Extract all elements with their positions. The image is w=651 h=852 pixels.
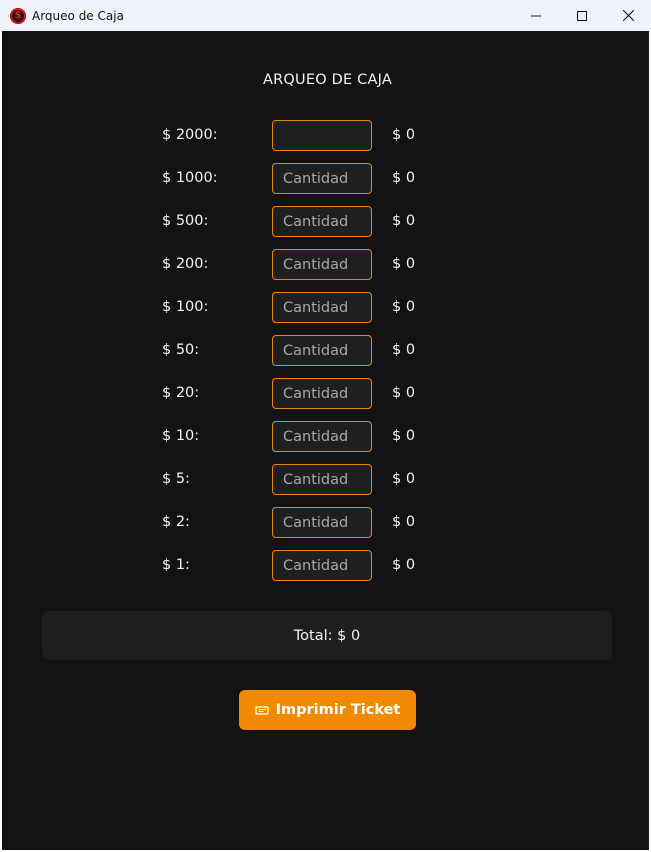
denomination-label: $ 20: — [162, 385, 200, 401]
quantity-input-50[interactable] — [272, 335, 372, 366]
minimize-icon — [531, 15, 541, 16]
denomination-row-500: $ 500: $ 0 — [2, 206, 649, 237]
subtotal-value: $ 0 — [392, 514, 416, 530]
close-button[interactable] — [605, 0, 651, 31]
quantity-input-5[interactable] — [272, 464, 372, 495]
denomination-label: $ 5: — [162, 471, 190, 487]
close-icon — [622, 10, 634, 21]
denomination-row-1: $ 1: $ 0 — [2, 550, 649, 581]
title-bar: $ Arqueo de Caja — [0, 0, 651, 31]
ticket-icon — [254, 704, 269, 716]
denomination-row-200: $ 200: $ 0 — [2, 249, 649, 280]
total-label: Total: $ 0 — [293, 627, 361, 644]
subtotal-value: $ 0 — [392, 127, 416, 143]
subtotal-value: $ 0 — [392, 428, 416, 444]
denomination-row-1000: $ 1000: $ 0 — [2, 163, 649, 194]
denomination-row-100: $ 100: $ 0 — [2, 292, 649, 323]
dollar-coin-icon: $ — [10, 7, 26, 24]
quantity-input-1000[interactable] — [272, 163, 372, 194]
quantity-input-200[interactable] — [272, 249, 372, 280]
denomination-row-2000: $ 2000: $ 0 — [2, 120, 649, 151]
subtotal-value: $ 0 — [392, 557, 416, 573]
denomination-label: $ 200: — [162, 256, 209, 272]
maximize-icon — [577, 10, 587, 21]
denomination-row-2: $ 2: $ 0 — [2, 507, 649, 538]
denomination-label: $ 2: — [162, 514, 190, 530]
window-title: Arqueo de Caja — [32, 8, 124, 23]
quantity-input-20[interactable] — [272, 378, 372, 409]
denomination-row-10: $ 10: $ 0 — [2, 421, 649, 452]
print-ticket-label: Imprimir Ticket — [275, 702, 401, 718]
subtotal-value: $ 0 — [392, 213, 416, 229]
window-controls — [513, 0, 651, 31]
quantity-input-500[interactable] — [272, 206, 372, 237]
subtotal-value: $ 0 — [392, 342, 416, 358]
quantity-input-1[interactable] — [272, 550, 372, 581]
subtotal-value: $ 0 — [392, 256, 416, 272]
subtotal-value: $ 0 — [392, 170, 416, 186]
denomination-label: $ 50: — [162, 342, 200, 358]
denomination-row-5: $ 5: $ 0 — [2, 464, 649, 495]
denomination-label: $ 500: — [162, 213, 209, 229]
denomination-label: $ 100: — [162, 299, 209, 315]
main-panel: ARQUEO DE CAJA $ 2000: $ 0 $ 1000: $ 0 $… — [2, 31, 649, 850]
print-ticket-button[interactable]: Imprimir Ticket — [239, 690, 416, 730]
denomination-label: $ 2000: — [162, 127, 218, 143]
subtotal-value: $ 0 — [392, 299, 416, 315]
quantity-input-10[interactable] — [272, 421, 372, 452]
quantity-input-100[interactable] — [272, 292, 372, 323]
minimize-button[interactable] — [513, 0, 559, 31]
maximize-button[interactable] — [559, 0, 605, 31]
page-title: ARQUEO DE CAJA — [263, 72, 392, 88]
denomination-row-50: $ 50: $ 0 — [2, 335, 649, 366]
quantity-input-2000[interactable] — [272, 120, 372, 151]
denomination-row-20: $ 20: $ 0 — [2, 378, 649, 409]
denomination-label: $ 10: — [162, 428, 200, 444]
total-panel: Total: $ 0 — [42, 611, 612, 660]
denomination-label: $ 1: — [162, 557, 190, 573]
quantity-input-2[interactable] — [272, 507, 372, 538]
denomination-label: $ 1000: — [162, 170, 218, 186]
subtotal-value: $ 0 — [392, 471, 416, 487]
subtotal-value: $ 0 — [392, 385, 416, 401]
